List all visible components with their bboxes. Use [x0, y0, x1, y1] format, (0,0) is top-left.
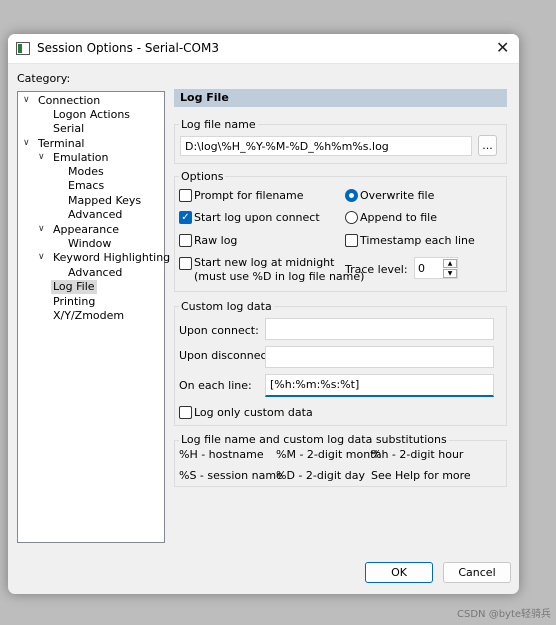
sub-month: %M - 2-digit month: [276, 448, 382, 461]
category-tree[interactable]: ∨ Connection Logon Actions Serial ∨ Term…: [17, 91, 170, 543]
group-label: Log file name: [179, 118, 258, 131]
midnight-log-checkbox[interactable]: [179, 257, 192, 270]
midnight-log-label: Start new log at midnight: [194, 256, 335, 269]
sub-hour: %h - 2-digit hour: [371, 448, 464, 461]
tree-item-modes[interactable]: Modes: [68, 165, 104, 179]
title-bar: Session Options - Serial-COM3 ✕: [8, 34, 519, 64]
timestamp-label: Timestamp each line: [360, 234, 475, 247]
ok-button[interactable]: OK: [365, 562, 433, 583]
prompt-filename-label: Prompt for filename: [194, 189, 304, 202]
start-log-connect-label: Start log upon connect: [194, 211, 320, 224]
trace-level-spinner[interactable]: 0 ▲ ▼: [414, 257, 458, 279]
chevron-down-icon[interactable]: ∨: [38, 252, 45, 262]
append-radio[interactable]: [345, 211, 358, 224]
tree-item-advanced[interactable]: Advanced: [68, 208, 122, 222]
tree-item-window[interactable]: Window: [68, 237, 111, 251]
upon-disconnect-input[interactable]: [265, 346, 494, 368]
sub-help: See Help for more: [371, 469, 471, 482]
tree-item-terminal[interactable]: Terminal: [38, 137, 85, 151]
sub-day: %D - 2-digit day: [276, 469, 365, 482]
tree-item-printing[interactable]: Printing: [53, 295, 95, 309]
tree-item-advanced[interactable]: Advanced: [68, 266, 122, 280]
tree-item-emulation[interactable]: Emulation: [53, 151, 109, 165]
tree-item-connection[interactable]: Connection: [38, 94, 100, 108]
each-line-label: On each line:: [179, 379, 252, 392]
tree-item-xyzmodem[interactable]: X/Y/Zmodem: [53, 309, 124, 323]
overwrite-radio[interactable]: [345, 189, 358, 202]
append-label: Append to file: [360, 211, 437, 224]
tree-item-appearance[interactable]: Appearance: [53, 223, 119, 237]
close-icon[interactable]: ✕: [496, 38, 509, 57]
each-line-input[interactable]: [%h:%m:%s:%t]: [265, 374, 494, 397]
tree-item-logon-actions[interactable]: Logon Actions: [53, 108, 130, 122]
session-options-dialog: Session Options - Serial-COM3 ✕ Category…: [8, 34, 519, 594]
tree-item-serial[interactable]: Serial: [53, 122, 84, 136]
upon-disconnect-label: Upon disconnect:: [179, 349, 275, 362]
tree-item-emacs[interactable]: Emacs: [68, 179, 104, 193]
chevron-down-icon[interactable]: ∨: [23, 95, 30, 105]
sub-session: %S - session name: [179, 469, 283, 482]
prompt-filename-checkbox[interactable]: [179, 189, 192, 202]
watermark: CSDN @byte轻骑兵: [457, 609, 552, 620]
log-file-name-input[interactable]: D:\log\%H_%Y-%M-%D_%h%m%s.log: [180, 136, 472, 156]
chevron-down-icon[interactable]: ∨: [23, 138, 30, 148]
trace-level-value: 0: [418, 262, 425, 275]
tree-item-log-file[interactable]: Log File: [51, 280, 97, 294]
panel-header: Log File: [174, 89, 507, 107]
category-label: Category:: [17, 72, 71, 85]
trace-level-label: Trace level:: [345, 263, 408, 276]
overwrite-label: Overwrite file: [360, 189, 435, 202]
cancel-button[interactable]: Cancel: [443, 562, 511, 583]
tree-item-mapped-keys[interactable]: Mapped Keys: [68, 194, 141, 208]
window-title: Session Options - Serial-COM3: [37, 41, 219, 55]
tree-item-keyword-highlighting[interactable]: Keyword Highlighting: [53, 251, 170, 265]
upon-connect-input[interactable]: [265, 318, 494, 340]
raw-log-label: Raw log: [194, 234, 238, 247]
midnight-log-note: (must use %D in log file name): [194, 270, 365, 283]
app-icon: [16, 42, 30, 55]
spin-down-icon[interactable]: ▼: [443, 269, 457, 278]
sub-hostname: %H - hostname: [179, 448, 264, 461]
raw-log-checkbox[interactable]: [179, 234, 192, 247]
group-label: Log file name and custom log data substi…: [179, 433, 449, 446]
chevron-down-icon[interactable]: ∨: [38, 152, 45, 162]
upon-connect-label: Upon connect:: [179, 324, 259, 337]
group-label: Custom log data: [179, 300, 274, 313]
timestamp-checkbox[interactable]: [345, 234, 358, 247]
chevron-down-icon[interactable]: ∨: [38, 224, 45, 234]
start-log-connect-checkbox[interactable]: ✓: [179, 211, 192, 224]
spin-up-icon[interactable]: ▲: [443, 259, 457, 268]
log-only-custom-checkbox[interactable]: [179, 406, 192, 419]
group-label: Options: [179, 170, 226, 183]
log-only-custom-label: Log only custom data: [194, 406, 313, 419]
browse-button[interactable]: ...: [478, 135, 497, 156]
